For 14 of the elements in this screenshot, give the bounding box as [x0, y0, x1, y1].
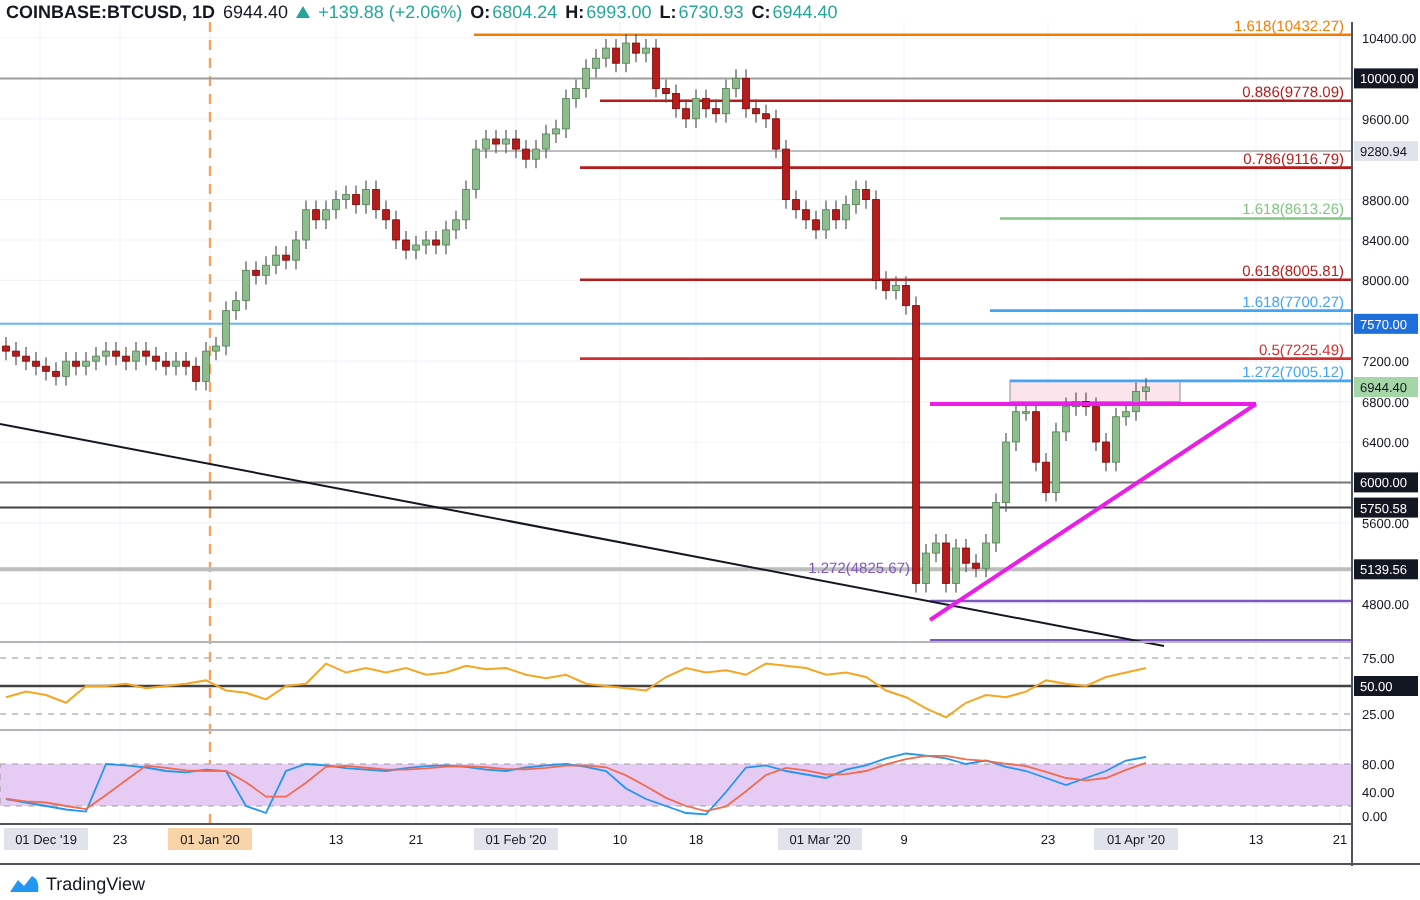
up-triangle-icon — [296, 5, 311, 17]
ohlc-label: L: — [659, 1, 677, 21]
ohlc-label: C: — [751, 1, 771, 21]
logo-text: TradingView — [46, 873, 146, 893]
ohlc-value: 6993.00 — [586, 1, 652, 21]
ohlc-label: O: — [470, 1, 491, 21]
last-price: 6944.40 — [223, 1, 289, 21]
symbol-title: COINBASE:BTCUSD, 1D — [6, 1, 216, 21]
ohlc-label: H: — [565, 1, 585, 21]
ohlc-value: 6944.40 — [772, 1, 838, 21]
ohlc-value: 6730.93 — [678, 1, 744, 21]
cloud-logo-icon — [8, 874, 40, 892]
price-change: +139.88 (+2.06%) — [318, 1, 463, 21]
ohlc-value: 6804.24 — [492, 1, 558, 21]
